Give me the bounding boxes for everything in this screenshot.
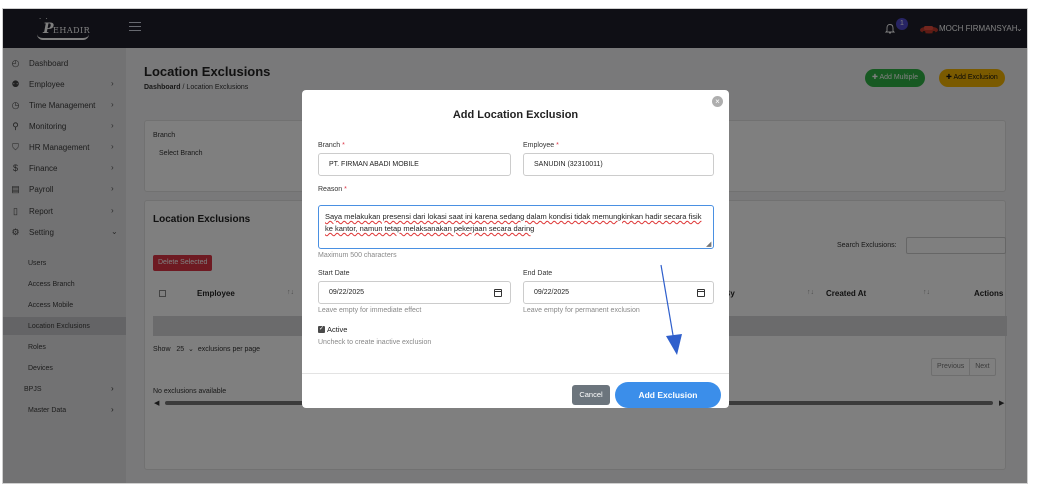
employee-select[interactable]: SANUDIN (32310011)	[523, 153, 714, 176]
add-location-exclusion-modal: × Add Location Exclusion Branch * PT. FI…	[302, 90, 729, 408]
required-mark: *	[344, 186, 347, 193]
active-hint: Uncheck to create inactive exclusion	[318, 339, 432, 346]
branch-label: Branch *	[318, 142, 345, 149]
start-date-hint: Leave empty for immediate effect	[318, 307, 422, 314]
end-date-label: End Date	[523, 270, 553, 277]
employee-label: Employee *	[523, 142, 559, 149]
reason-label-text: Reason	[318, 186, 343, 193]
calendar-icon[interactable]	[697, 289, 705, 297]
cancel-button[interactable]: Cancel	[572, 385, 610, 405]
branch-select[interactable]: PT. FIRMAN ABADI MOBILE	[318, 153, 511, 176]
active-label[interactable]: Active	[327, 325, 347, 334]
required-mark: *	[342, 142, 345, 149]
calendar-icon[interactable]	[494, 289, 502, 297]
app-window: · · P EHADIR 1 MOCH FIRMANSYAH ⌄ ◴ Dashb…	[2, 8, 1028, 484]
start-date-input[interactable]: 09/22/2025	[318, 281, 511, 304]
start-date-label: Start Date	[318, 270, 350, 277]
branch-label-text: Branch	[318, 142, 341, 149]
end-date-hint: Leave empty for permanent exclusion	[523, 307, 640, 314]
required-mark: *	[556, 142, 559, 149]
end-date-value: 09/22/2025	[534, 289, 570, 296]
reason-label: Reason *	[318, 186, 347, 193]
modal-footer-divider	[302, 373, 729, 374]
end-date-input[interactable]: 09/22/2025	[523, 281, 714, 304]
reason-textarea[interactable]: Saya melakukan presensi dari lokasi saat…	[318, 205, 714, 249]
active-checkbox[interactable]: ✓	[318, 326, 325, 333]
employee-label-text: Employee	[523, 142, 555, 149]
close-icon[interactable]: ×	[712, 96, 723, 107]
resize-handle-icon[interactable]: ◢	[706, 240, 711, 248]
start-date-value: 09/22/2025	[329, 289, 365, 296]
add-exclusion-submit-button[interactable]: Add Exclusion	[615, 382, 721, 408]
modal-title: Add Location Exclusion	[452, 109, 579, 121]
reason-hint: Maximum 500 characters	[318, 252, 397, 259]
